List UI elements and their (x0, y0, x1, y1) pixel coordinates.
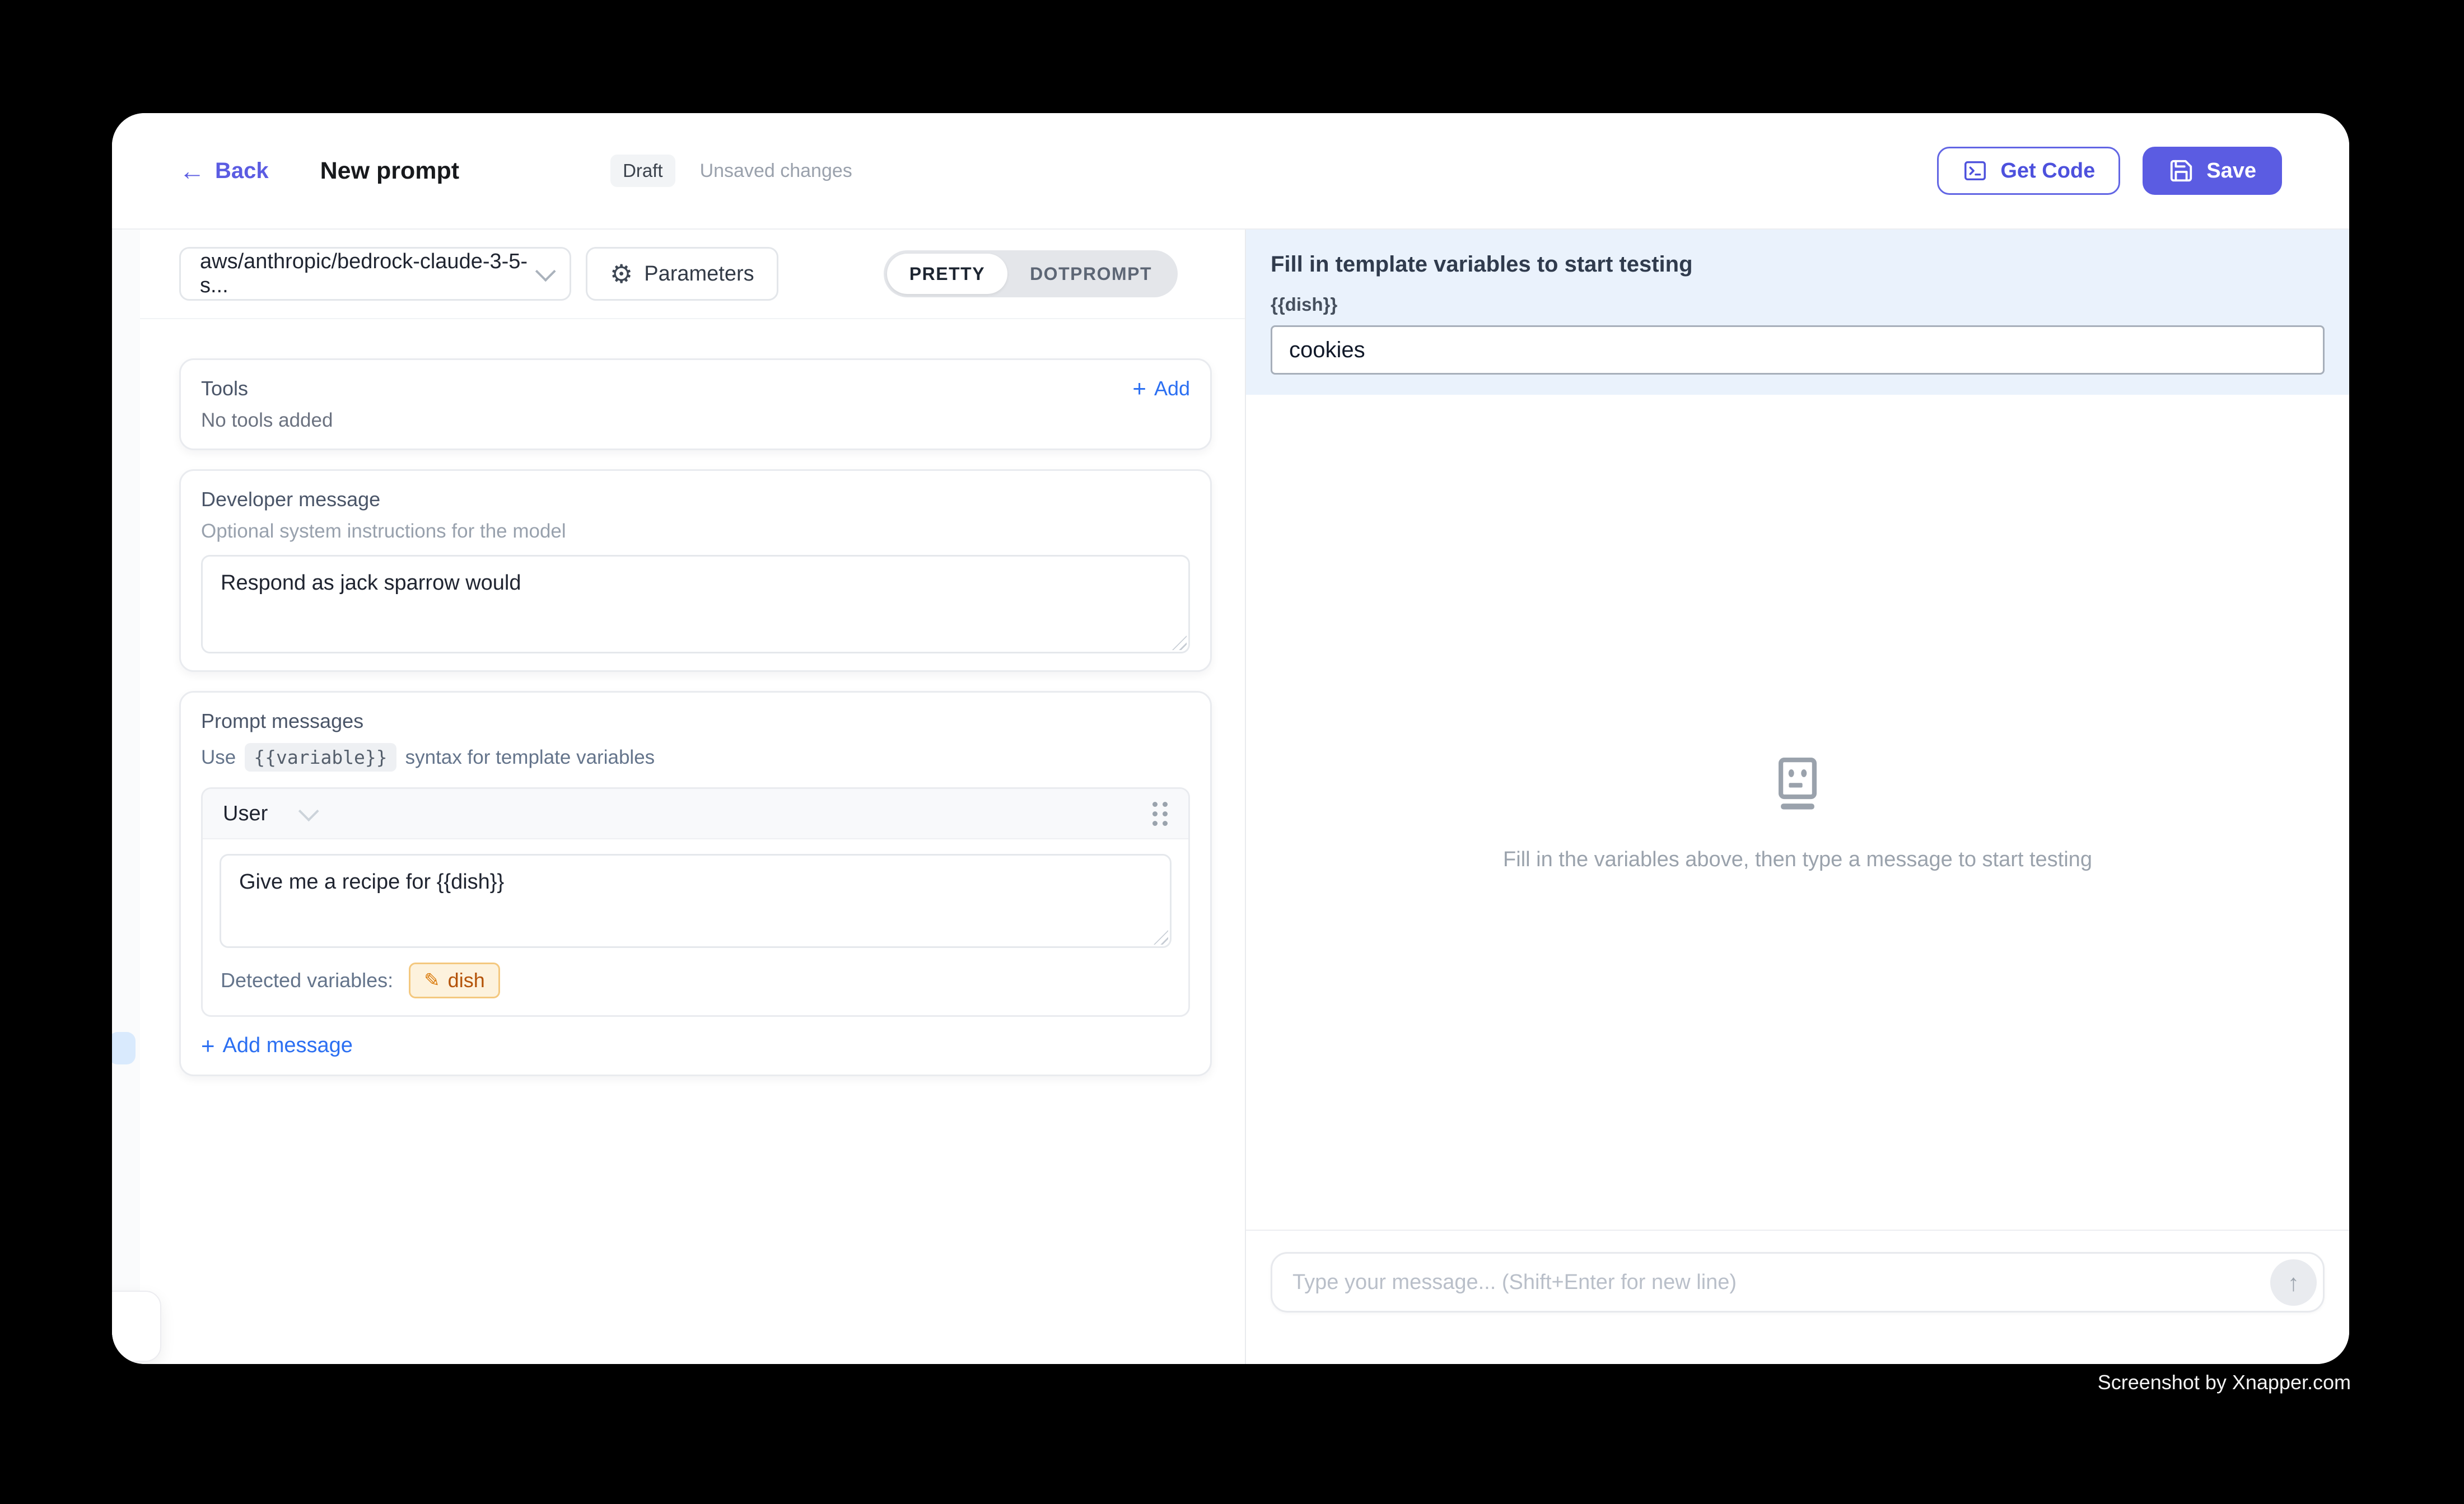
model-bar: aws/anthropic/bedrock-claude-3-5-s... ⚙ … (112, 230, 1245, 319)
parameters-button[interactable]: ⚙ Parameters (586, 247, 778, 301)
tools-card: Tools + Add No tools added (179, 358, 1212, 450)
testing-heading: Fill in template variables to start test… (1271, 252, 2325, 277)
parameters-label: Parameters (644, 262, 754, 286)
sidebar-peek-popover (112, 1291, 161, 1362)
developer-message-card: Developer message Optional system instru… (179, 469, 1212, 672)
testing-panel: Fill in template variables to start test… (1245, 230, 2349, 1364)
developer-message-subtitle: Optional system instructions for the mod… (201, 520, 1190, 543)
save-button[interactable]: Save (2143, 147, 2282, 195)
role-select[interactable]: User (223, 802, 314, 826)
chevron-down-icon (535, 261, 556, 282)
message-content-input[interactable]: Give me a recipe for {{dish}} (220, 854, 1172, 948)
variable-value-input[interactable] (1271, 325, 2325, 375)
save-label: Save (2206, 159, 2256, 183)
variable-label: {{dish}} (1271, 294, 2325, 315)
robot-icon (1768, 753, 1827, 815)
developer-message-title: Developer message (201, 488, 1190, 511)
empty-state-text: Fill in the variables above, then type a… (1503, 848, 2092, 872)
save-icon (2168, 158, 2194, 184)
add-message-label: Add message (223, 1034, 353, 1058)
detected-variables-label: Detected variables: (221, 969, 393, 992)
page-title: New prompt (320, 157, 459, 185)
back-label: Back (215, 158, 269, 184)
drag-handle-icon[interactable] (1152, 802, 1168, 826)
chat-empty-state: Fill in the variables above, then type a… (1246, 395, 2349, 1230)
back-button[interactable]: ← Back (179, 158, 269, 184)
detected-variable-name: dish (448, 969, 485, 992)
pencil-icon: ✎ (424, 971, 440, 990)
status-badge: Draft (610, 155, 675, 187)
gear-icon: ⚙ (610, 261, 633, 287)
arrow-up-icon: ↑ (2288, 1269, 2299, 1296)
terminal-icon (1962, 158, 1988, 184)
add-tool-button[interactable]: + Add (1132, 377, 1190, 400)
add-tool-label: Add (1154, 377, 1190, 400)
editor-panel: aws/anthropic/bedrock-claude-3-5-s... ⚙ … (112, 230, 1245, 1364)
role-select-value: User (223, 802, 268, 826)
tools-title: Tools (201, 377, 248, 400)
toggle-pretty[interactable]: PRETTY (887, 254, 1007, 294)
toggle-dotprompt[interactable]: DOTPROMPT (1007, 254, 1174, 294)
prompt-messages-title: Prompt messages (201, 709, 1190, 733)
sidebar-peek-active-item (112, 1032, 136, 1064)
plus-icon: + (1132, 377, 1146, 400)
send-button[interactable]: ↑ (2270, 1259, 2317, 1306)
add-message-button[interactable]: + Add message (201, 1034, 353, 1058)
variable-syntax-chip: {{variable}} (245, 743, 396, 772)
sidebar-peek-strip (112, 230, 140, 1292)
plus-icon: + (201, 1034, 215, 1058)
get-code-label: Get Code (2000, 159, 2095, 183)
detected-variable-chip[interactable]: ✎ dish (409, 963, 500, 998)
message-block: User Give me a recipe for {{dish}} (201, 787, 1190, 1017)
chat-input-bar: ↑ (1246, 1230, 2349, 1364)
get-code-button[interactable]: Get Code (1937, 147, 2120, 195)
watermark: Screenshot by Xnapper.com (2098, 1371, 2351, 1394)
app-window: ← Back New prompt Draft Unsaved changes … (112, 113, 2349, 1364)
chat-message-input[interactable] (1271, 1252, 2325, 1313)
message-header: User (203, 789, 1188, 839)
template-variables-bar: Fill in template variables to start test… (1246, 230, 2349, 395)
chevron-down-icon (298, 801, 319, 821)
model-select-value: aws/anthropic/bedrock-claude-3-5-s... (200, 250, 536, 298)
model-select[interactable]: aws/anthropic/bedrock-claude-3-5-s... (179, 247, 571, 301)
prompt-messages-card: Prompt messages Use {{variable}} syntax … (179, 691, 1212, 1076)
hint-suffix: syntax for template variables (405, 746, 655, 769)
tools-empty-text: No tools added (201, 409, 1190, 432)
view-mode-toggle: PRETTY DOTPROMPT (884, 250, 1178, 297)
back-arrow-icon: ← (179, 158, 205, 184)
hint-prefix: Use (201, 746, 236, 769)
header: ← Back New prompt Draft Unsaved changes … (112, 113, 2349, 230)
unsaved-changes-note: Unsaved changes (700, 160, 852, 182)
developer-message-input[interactable]: Respond as jack sparrow would (201, 555, 1190, 653)
